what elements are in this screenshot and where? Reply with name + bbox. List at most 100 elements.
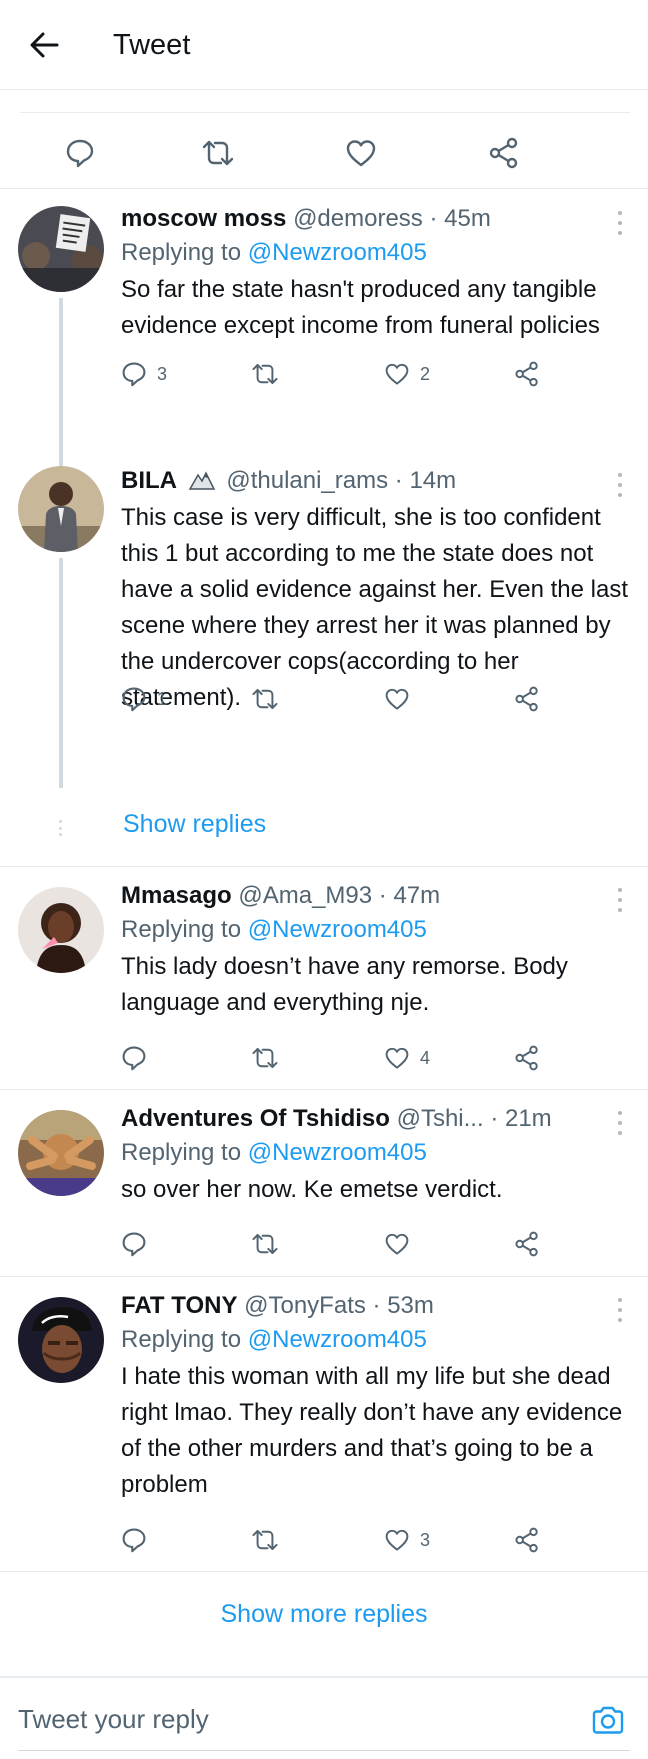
thread-dots — [59, 820, 63, 836]
thread-line — [59, 558, 63, 788]
like-icon — [385, 688, 409, 710]
like-icon — [385, 1529, 409, 1551]
user-handle: @thulani_rams — [226, 467, 389, 494]
replying-to: Replying to @Newzroom405 — [121, 1323, 628, 1357]
main-tweet-action-bar — [20, 112, 630, 188]
retweet-icon — [202, 140, 234, 166]
share-icon — [515, 1045, 538, 1071]
mention-link[interactable]: @Newzroom405 — [248, 916, 427, 943]
retweet-button[interactable] — [198, 133, 238, 173]
like-count: 2 — [420, 363, 431, 384]
like-button[interactable]: 4 — [384, 1040, 430, 1076]
share-icon — [515, 1231, 538, 1257]
retweet-button[interactable] — [251, 1226, 279, 1262]
like-button[interactable] — [384, 1226, 410, 1262]
more-options-button[interactable] — [610, 1295, 630, 1325]
reply-button[interactable]: 1 — [121, 681, 167, 717]
user-name[interactable]: Adventures Of Tshidiso — [121, 1105, 390, 1132]
avatar[interactable] — [18, 1110, 104, 1196]
camera-button[interactable] — [588, 1700, 628, 1740]
reply-button[interactable] — [121, 1226, 147, 1262]
arrow-left-icon — [30, 32, 59, 58]
reply-button[interactable] — [121, 1522, 147, 1558]
mention-link[interactable]: @Newzroom405 — [248, 1326, 427, 1353]
flag-emoji-icon — [188, 471, 215, 490]
user-name[interactable]: BILA — [121, 467, 177, 494]
avatar[interactable] — [18, 1297, 104, 1383]
tweet-time: · 14m — [394, 467, 457, 494]
share-button[interactable] — [514, 1522, 540, 1558]
reply-button[interactable] — [121, 1040, 147, 1076]
reply-input-underline — [18, 1750, 630, 1751]
replying-to: Replying to @Newzroom405 — [121, 1136, 628, 1170]
tweet-time: · 21m — [490, 1105, 552, 1132]
page-title: Tweet — [113, 29, 191, 61]
divider — [0, 188, 648, 189]
retweet-icon — [252, 363, 278, 385]
divider — [0, 1089, 648, 1090]
like-button[interactable] — [384, 681, 410, 717]
user-handle: @Tshi... — [396, 1105, 484, 1132]
tweet-header: moscow moss @demoress · 45m — [121, 202, 628, 236]
user-name[interactable]: FAT TONY — [121, 1292, 237, 1319]
share-icon — [515, 686, 538, 712]
more-options-button[interactable] — [610, 1108, 630, 1138]
tweet-actions: 4 — [121, 1040, 648, 1076]
replying-to-label: Replying to — [121, 916, 242, 943]
mention-link[interactable]: @Newzroom405 — [248, 1139, 427, 1166]
reply-count: 1 — [157, 688, 168, 709]
divider — [0, 1276, 648, 1277]
reply-count: 3 — [157, 363, 168, 384]
tweet-actions: 1 — [121, 681, 648, 717]
replying-to-label: Replying to — [121, 239, 242, 266]
retweet-button[interactable] — [251, 1040, 279, 1076]
avatar[interactable] — [18, 466, 104, 552]
like-button[interactable]: 3 — [384, 1522, 430, 1558]
like-icon — [385, 363, 409, 385]
share-button[interactable] — [514, 356, 540, 392]
tweet-text: so over her now. Ke emetse verdict. — [121, 1176, 503, 1203]
share-button[interactable] — [484, 133, 524, 173]
tweet-time: · 53m — [372, 1292, 434, 1319]
show-replies-link[interactable]: Show replies — [123, 810, 266, 839]
like-button[interactable]: 2 — [384, 356, 430, 392]
show-more-replies-link[interactable]: Show more replies — [0, 1600, 648, 1629]
avatar[interactable] — [18, 206, 104, 292]
user-name[interactable]: Mmasago — [121, 882, 232, 909]
retweet-icon — [252, 688, 278, 710]
reply-button[interactable]: 3 — [121, 356, 167, 392]
camera-icon — [592, 1706, 624, 1734]
replying-to-label: Replying to — [121, 1139, 242, 1166]
user-name[interactable]: moscow moss — [121, 205, 286, 232]
tweet-header: Mmasago @Ama_M93 · 47m — [121, 879, 628, 913]
retweet-button[interactable] — [251, 1522, 279, 1558]
tweet-text: I hate this woman with all my life but s… — [121, 1363, 623, 1498]
retweet-icon — [252, 1233, 278, 1255]
tweet-actions: 3 — [121, 1522, 648, 1558]
divider — [0, 866, 648, 867]
like-icon — [385, 1233, 409, 1255]
share-button[interactable] — [514, 681, 540, 717]
more-options-button[interactable] — [610, 208, 630, 238]
share-button[interactable] — [514, 1040, 540, 1076]
tweet-header: BILA @thulani_rams · 14m — [121, 464, 628, 498]
retweet-button[interactable] — [251, 356, 279, 392]
mention-link[interactable]: @Newzroom405 — [248, 239, 427, 266]
top-app-bar: Tweet — [0, 0, 648, 90]
like-count: 3 — [420, 1529, 431, 1550]
tweet-actions: 3 2 — [121, 356, 648, 392]
avatar[interactable] — [18, 887, 104, 973]
reply-icon — [122, 687, 146, 712]
more-options-button[interactable] — [610, 470, 630, 500]
tweet-time: · 47m — [378, 882, 441, 909]
share-button[interactable] — [514, 1226, 540, 1262]
reply-button[interactable] — [60, 133, 100, 173]
reply-input[interactable] — [18, 1698, 558, 1740]
like-button[interactable] — [341, 133, 381, 173]
back-button[interactable] — [24, 27, 64, 63]
retweet-button[interactable] — [251, 681, 279, 717]
like-count: 4 — [420, 1047, 431, 1068]
replying-to: Replying to @Newzroom405 — [121, 236, 628, 270]
more-options-button[interactable] — [610, 885, 630, 915]
like-icon — [385, 1047, 409, 1069]
